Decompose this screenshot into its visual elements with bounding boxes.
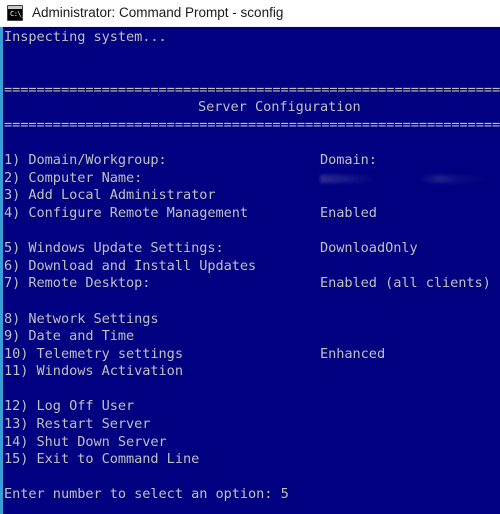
menu-item-label: 9) Date and Time [4,328,135,345]
menu-item-label: 5) Windows Update Settings: [4,240,224,257]
menu-item-remote-desktop[interactable]: 7) Remote Desktop: Enabled (all clients) [4,275,500,293]
menu-item-label: 15) Exit to Command Line [4,451,200,468]
menu-item-log-off-user[interactable]: 12) Log Off User [4,398,500,416]
menu-item-value: Domain: [320,152,377,169]
menu-item-domain-workgroup[interactable]: 1) Domain/Workgroup: Domain: [4,152,500,170]
menu-item-configure-remote-management[interactable]: 4) Configure Remote Management Enabled [4,205,500,223]
window-title: Administrator: Command Prompt - sconfig [32,5,284,20]
command-prompt-icon: C:\_ [7,5,25,21]
menu-item-exit-to-command-line[interactable]: 15) Exit to Command Line [4,451,500,469]
console-left-border [0,27,3,514]
menu-item-network-settings[interactable]: 8) Network Settings [4,311,500,329]
menu-item-value: Enabled [320,204,377,221]
icon-prompt-glyph: C:\_ [10,10,25,18]
console-output-area[interactable]: Inspecting system... ===================… [0,27,500,514]
menu-item-value: Enhanced [320,345,386,362]
command-prompt-window: C:\_ Administrator: Command Prompt - sco… [0,0,500,514]
menu-item-add-local-administrator[interactable]: 3) Add Local Administrator [4,187,500,205]
option-select-prompt-label: Enter number to select an option: [4,486,281,503]
menu-item-windows-update-settings[interactable]: 5) Windows Update Settings: DownloadOnly [4,240,500,258]
menu-item-label: 1) Domain/Workgroup: [4,152,167,169]
console-text-buffer: Inspecting system... ===================… [4,29,500,514]
menu-item-label: 11) Windows Activation [4,363,183,380]
menu-item-label: 13) Restart Server [4,416,151,433]
separator-bottom: ========================================… [4,116,500,133]
menu-item-label: 10) Telemetry settings [4,345,183,362]
menu-item-label: 2) Computer Name: [4,169,143,186]
menu-item-label: 12) Log Off User [4,398,135,415]
menu-item-telemetry-settings[interactable]: 10) Telemetry settings Enhanced [4,346,500,364]
menu-item-shut-down-server[interactable]: 14) Shut Down Server [4,434,500,452]
option-select-input[interactable]: 5 [281,486,289,502]
menu-item-label: 8) Network Settings [4,310,159,327]
menu-item-label: 14) Shut Down Server [4,433,167,450]
menu-item-value: Enabled (all clients) [320,275,491,292]
menu-item-label: 3) Add Local Administrator [4,187,216,204]
menu-item-label: 4) Configure Remote Management [4,204,249,221]
menu-item-windows-activation[interactable]: 11) Windows Activation [4,363,500,381]
menu-item-date-and-time[interactable]: 9) Date and Time [4,328,500,346]
menu-item-computer-name[interactable]: 2) Computer Name: [4,170,500,188]
option-select-prompt-line[interactable]: Enter number to select an option: 5 [4,486,500,504]
menu-item-label: 7) Remote Desktop: [4,275,151,292]
menu-item-value: DownloadOnly [320,240,418,257]
menu-item-download-install-updates[interactable]: 6) Download and Install Updates [4,258,500,276]
separator-top: ========================================… [4,81,500,98]
icon-titlebar-stripe [8,6,22,9]
menu-item-value-redacted [320,170,491,188]
section-heading: Server Configuration [198,99,361,116]
status-line: Inspecting system... [4,29,167,45]
menu-item-label: 6) Download and Install Updates [4,257,257,274]
menu-item-restart-server[interactable]: 13) Restart Server [4,416,500,434]
title-bar[interactable]: C:\_ Administrator: Command Prompt - sco… [0,0,500,27]
